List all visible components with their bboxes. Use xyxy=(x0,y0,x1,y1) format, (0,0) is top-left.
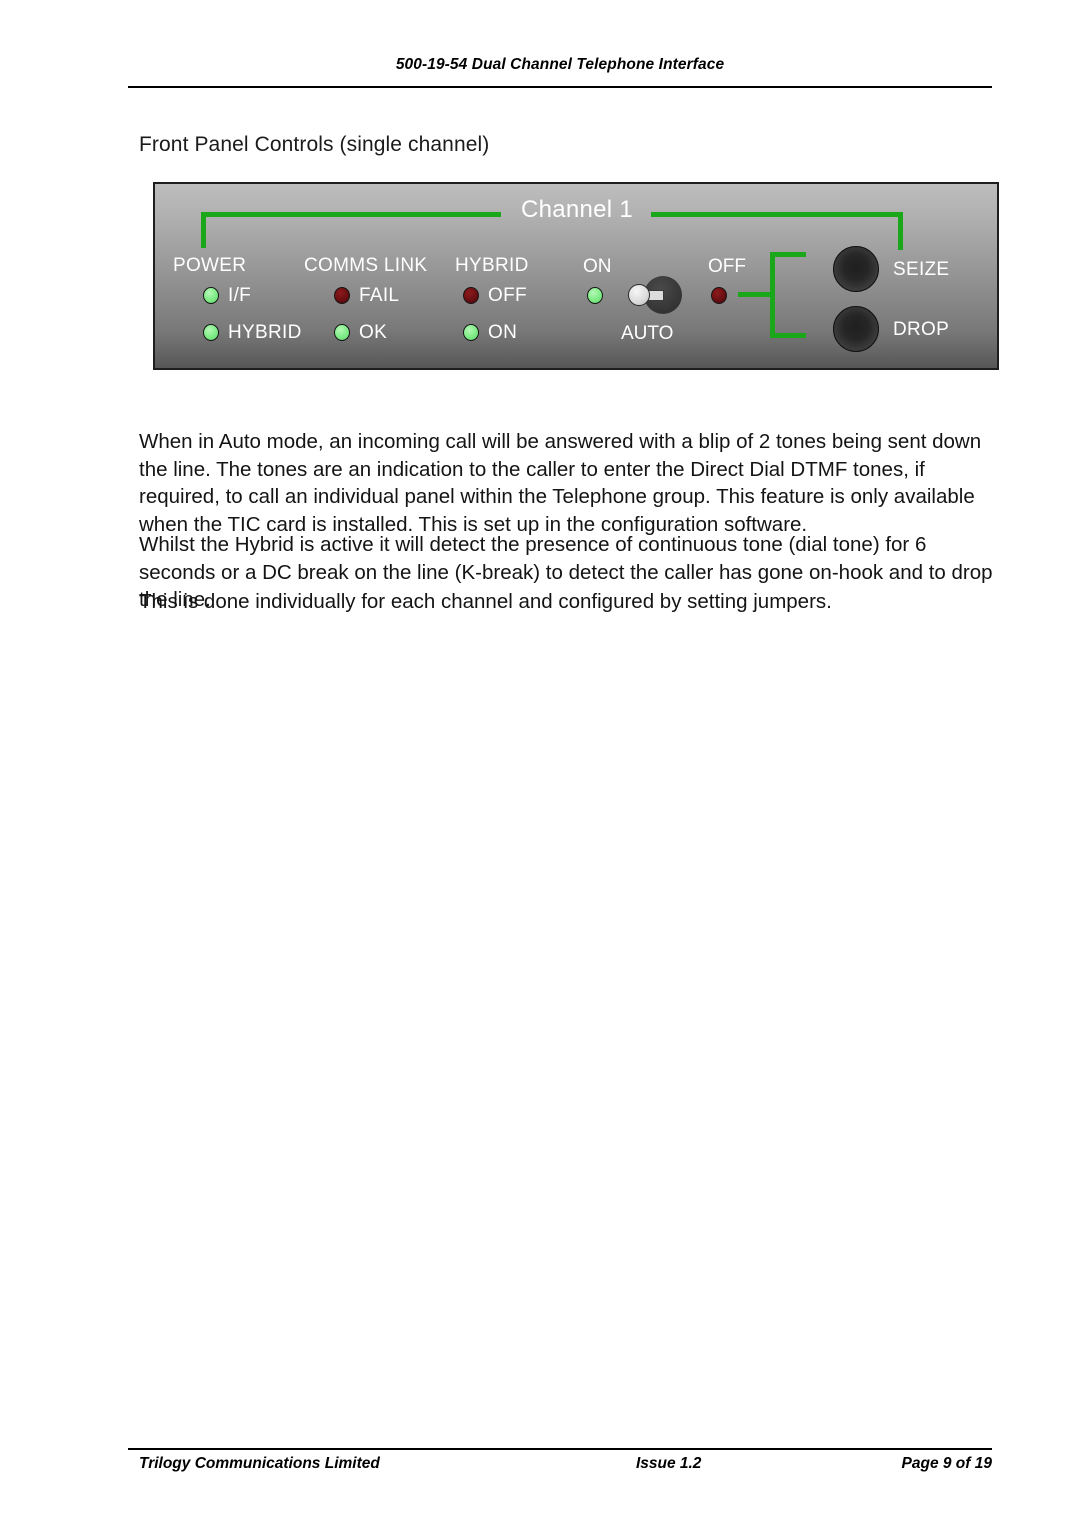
led-row-hybrid-off: OFF xyxy=(463,286,529,305)
led-group-comms-link-title: COMMS LINK xyxy=(304,255,428,276)
seize-button[interactable] xyxy=(833,246,879,292)
led-indicator-icon xyxy=(334,287,350,304)
led-group-power: POWER I/F HYBRID xyxy=(173,256,302,342)
button-bracket-top-arm xyxy=(770,252,806,257)
switch-on-label: ON xyxy=(583,256,612,277)
channel-title: Channel 1 xyxy=(520,196,634,223)
paragraph-jumpers: This is done individually for each chann… xyxy=(139,590,832,613)
drop-button-label: DROP xyxy=(893,319,950,340)
page-title: Front Panel Controls (single channel) xyxy=(139,133,490,156)
header-title: 500-19-54 Dual Channel Telephone Interfa… xyxy=(395,56,725,73)
led-label-power-if: I/F xyxy=(228,285,252,306)
switch-off-led-icon xyxy=(711,287,727,304)
led-group-hybrid-title: HYBRID xyxy=(455,255,529,276)
toggle-knob-icon xyxy=(628,284,650,306)
led-label-power-hybrid: HYBRID xyxy=(228,322,302,343)
channel-bracket-left-horizontal xyxy=(201,212,501,217)
footer-issue: Issue 1.2 xyxy=(635,1455,702,1472)
channel-bracket-right-horizontal xyxy=(651,212,903,217)
led-indicator-icon xyxy=(203,324,219,341)
led-group-power-title: POWER xyxy=(173,255,247,276)
led-label-hybrid-on: ON xyxy=(488,322,518,343)
button-bracket-vertical xyxy=(770,252,775,338)
led-row-comms-fail: FAIL xyxy=(334,286,427,305)
switch-off-label: OFF xyxy=(708,256,746,277)
led-label-comms-fail: FAIL xyxy=(359,285,400,306)
switch-auto-label: AUTO xyxy=(621,323,674,344)
led-indicator-icon xyxy=(203,287,219,304)
led-label-hybrid-off: OFF xyxy=(488,285,527,306)
drop-button[interactable] xyxy=(833,306,879,352)
seize-button-label: SEIZE xyxy=(893,259,950,280)
footer-page-number: Page 9 of 19 xyxy=(901,1455,992,1472)
header-divider xyxy=(128,86,992,88)
button-bracket-bottom-arm xyxy=(770,333,806,338)
footer-divider xyxy=(128,1448,992,1450)
channel-bracket-left-vertical xyxy=(201,212,206,248)
auto-toggle-switch[interactable] xyxy=(628,274,682,316)
page-footer: Trilogy Communications Limited Issue 1.2… xyxy=(139,1455,992,1473)
led-indicator-icon xyxy=(463,324,479,341)
led-row-power-hybrid: HYBRID xyxy=(203,323,302,342)
led-group-hybrid: HYBRID OFF ON xyxy=(455,256,529,342)
front-panel-diagram: Channel 1 POWER I/F HYBRID COMMS LINK FA… xyxy=(153,182,999,370)
page-header: 500-19-54 Dual Channel Telephone Interfa… xyxy=(128,56,992,74)
footer-company: Trilogy Communications Limited xyxy=(139,1455,380,1472)
led-indicator-icon xyxy=(463,287,479,304)
led-indicator-icon xyxy=(334,324,350,341)
led-row-power-if: I/F xyxy=(203,286,302,305)
button-bracket-stem xyxy=(738,292,774,297)
led-group-comms-link: COMMS LINK FAIL OK xyxy=(304,256,427,342)
led-row-hybrid-on: ON xyxy=(463,323,529,342)
channel-bracket-right-vertical xyxy=(898,212,903,250)
led-row-comms-ok: OK xyxy=(334,323,427,342)
switch-on-led-icon xyxy=(587,287,603,304)
paragraph-auto-mode: When in Auto mode, an incoming call will… xyxy=(139,430,982,536)
led-label-comms-ok: OK xyxy=(359,322,388,343)
